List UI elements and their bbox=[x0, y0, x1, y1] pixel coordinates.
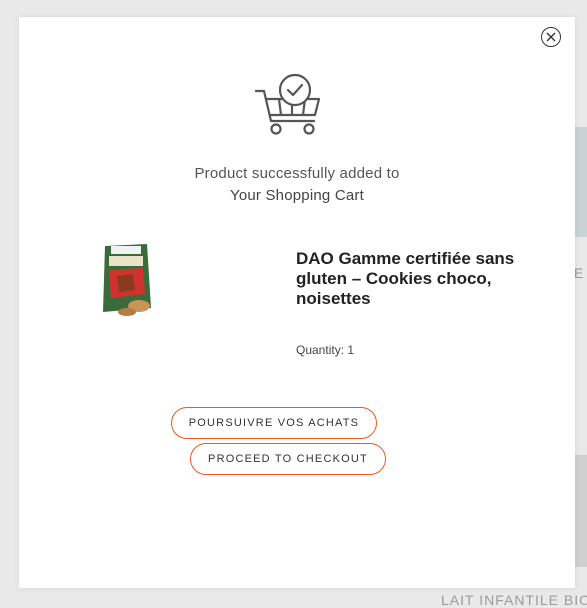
close-icon bbox=[546, 32, 556, 42]
success-line-1: Product successfully added to bbox=[194, 165, 400, 182]
continue-shopping-button[interactable]: POURSUIVRE VOS ACHATS bbox=[171, 407, 377, 439]
close-button[interactable] bbox=[541, 27, 561, 47]
success-message: Product successfully added to Your Shopp… bbox=[19, 163, 575, 207]
proceed-to-checkout-button[interactable]: PROCEED TO CHECKOUT bbox=[190, 443, 386, 475]
success-line-2: Your Shopping Cart bbox=[230, 187, 364, 204]
cart-confirmation-modal: Product successfully added to Your Shopp… bbox=[19, 17, 575, 588]
background-label: E bbox=[574, 265, 585, 281]
cart-check-icon bbox=[254, 73, 321, 135]
product-image bbox=[103, 244, 151, 316]
product-name: DAO Gamme certifiée sans gluten – Cookie… bbox=[296, 249, 515, 308]
product-quantity: Quantity: 1 bbox=[296, 343, 355, 357]
background-product-label[interactable]: LAIT INFANTILE BIO bbox=[441, 592, 587, 608]
